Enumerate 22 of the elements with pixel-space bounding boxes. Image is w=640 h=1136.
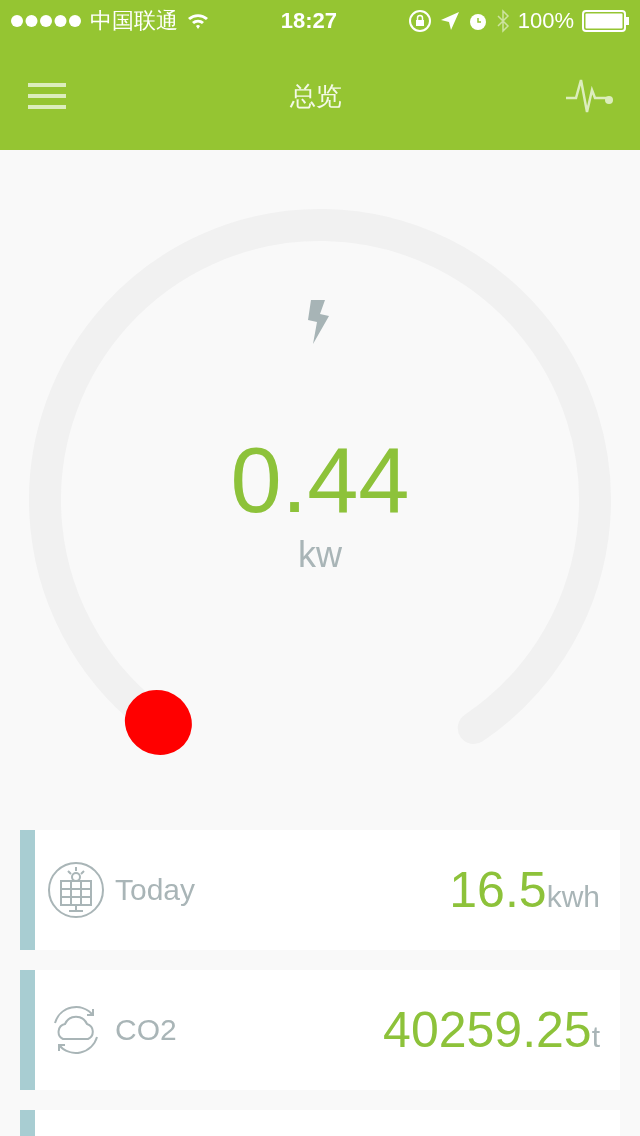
solar-panel-icon — [47, 861, 105, 919]
stat-label: Today — [115, 873, 197, 907]
menu-button[interactable] — [28, 83, 66, 109]
stat-value: 40259.25 — [383, 1001, 592, 1059]
battery-icon — [582, 10, 630, 32]
battery-percent: 100% — [517, 8, 574, 34]
wifi-icon — [186, 12, 210, 30]
rotation-lock-icon — [407, 9, 432, 33]
alarm-clock-icon — [467, 11, 488, 31]
page-title: 总览 — [290, 79, 342, 113]
stat-unit: t — [591, 1020, 600, 1054]
bluetooth-icon — [495, 9, 510, 33]
gauge-knob[interactable] — [124, 690, 192, 755]
stat-unit: kwh — [546, 880, 600, 914]
signal-icon — [10, 14, 82, 28]
location-arrow-icon — [439, 11, 460, 31]
power-value: 0.44 — [230, 434, 410, 526]
power-unit: kw — [298, 534, 342, 576]
stat-value: 16.5 — [449, 861, 547, 919]
clock-time: 18:27 — [280, 8, 337, 34]
stat-label: CO2 — [115, 1013, 178, 1047]
carrier-name: 中国联通 — [90, 7, 178, 35]
